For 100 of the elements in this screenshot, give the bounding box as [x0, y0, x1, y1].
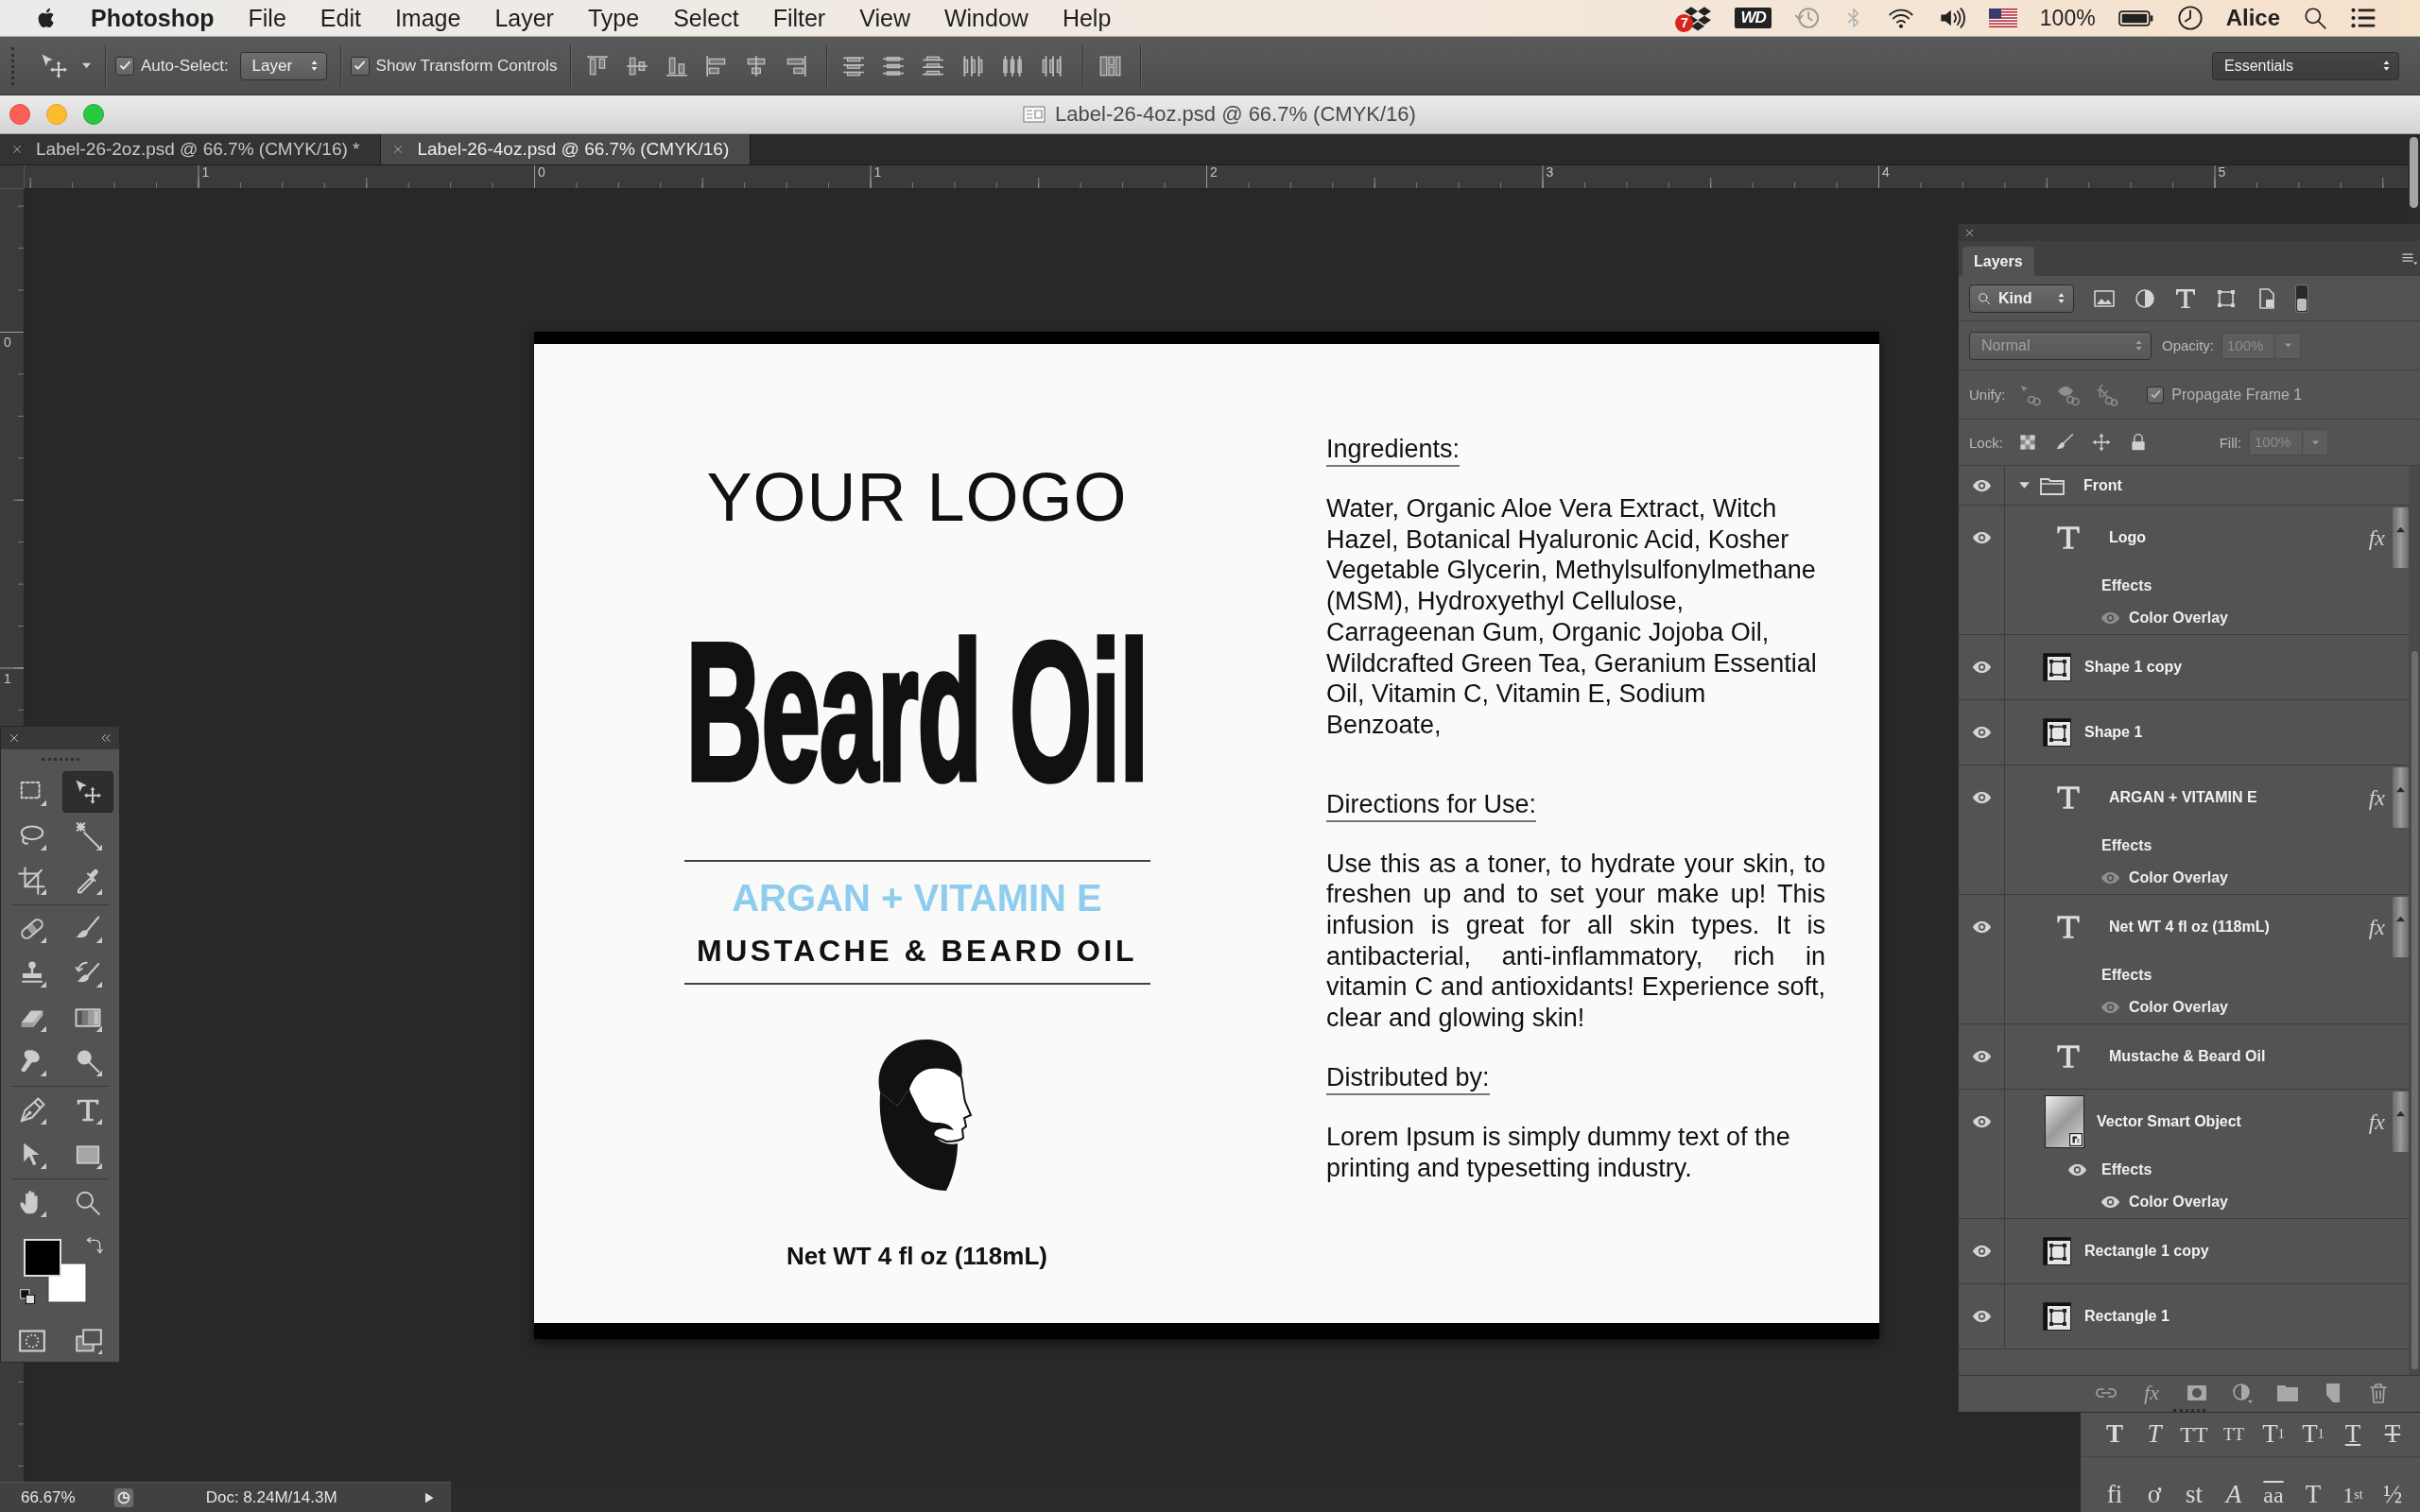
eye-icon[interactable]: [2067, 1163, 2087, 1177]
quick-mask-icon[interactable]: [17, 1328, 46, 1354]
checkbox[interactable]: [350, 56, 370, 76]
auto-select-dropdown[interactable]: Layer: [239, 51, 327, 80]
document-size: Doc: 8.24M/14.3M: [205, 1487, 337, 1507]
color-swatches-icon[interactable]: [23, 1239, 87, 1303]
adjustment-filter-icon[interactable]: [2134, 286, 2156, 310]
layer-row[interactable]: Logo fx Effects Color Overlay: [1959, 506, 2409, 635]
battery-icon[interactable]: [2118, 9, 2154, 27]
close-icon[interactable]: [9, 732, 20, 744]
caret-icon: [2395, 524, 2406, 535]
checkbox[interactable]: [115, 56, 134, 76]
grip-icon[interactable]: [11, 46, 15, 85]
folder-icon: [2040, 475, 2065, 495]
finger-icon: [18, 1048, 46, 1076]
fill-slider-button[interactable]: [2303, 429, 2328, 455]
text-style-button[interactable]: T: [2135, 1417, 2173, 1452]
layer-row[interactable]: Shape 1: [1959, 700, 2409, 765]
search-icon[interactable]: [2303, 6, 2327, 30]
filter-dropdown[interactable]: Kind: [1969, 284, 2074, 313]
text-style-button[interactable]: T$^{1}$: [2255, 1417, 2292, 1452]
workspace-dropdown[interactable]: Essentials: [2212, 51, 2399, 80]
drive-logo[interactable]: WD: [1735, 8, 1772, 28]
close-icon[interactable]: [392, 144, 405, 155]
checkbox[interactable]: [2147, 386, 2165, 404]
type-filter-icon[interactable]: [2174, 286, 2197, 310]
layer-row[interactable]: Front: [1959, 466, 2409, 506]
layer-row[interactable]: Mustache & Beard Oil: [1959, 1024, 2409, 1090]
menu-item[interactable]: File: [231, 0, 303, 37]
opentype-button[interactable]: aa: [2255, 1477, 2292, 1512]
checkmark-icon: [353, 59, 368, 73]
clock-icon[interactable]: [2176, 5, 2204, 31]
menu-item[interactable]: Help: [1045, 0, 1129, 37]
opentype-button[interactable]: fi: [2096, 1477, 2134, 1512]
effects-toggle[interactable]: [2393, 507, 2409, 568]
menu-item[interactable]: Type: [570, 0, 657, 37]
layer-row[interactable]: Shape 1 copy: [1959, 635, 2409, 700]
menu-item[interactable]: Filter: [755, 0, 843, 37]
effects-toggle[interactable]: [2393, 1091, 2409, 1152]
layers-scrollbar[interactable]: [2409, 466, 2420, 1375]
caret-icon[interactable]: [2018, 479, 2031, 491]
opentype-button[interactable]: T: [2294, 1477, 2332, 1512]
menu-item[interactable]: View: [842, 0, 927, 37]
layer-row[interactable]: Rectangle 1: [1959, 1284, 2409, 1349]
unify-label: Unify:: [1969, 387, 2006, 403]
layer-row[interactable]: ARGAN + VITAMIN E fx Effects Color Overlay: [1959, 765, 2409, 895]
zoom-level[interactable]: 66.67%: [21, 1487, 76, 1507]
text-style-button[interactable]: T: [2096, 1417, 2134, 1452]
opentype-button[interactable]: ½: [2374, 1477, 2411, 1512]
flag-icon[interactable]: [1988, 9, 2017, 27]
close-button[interactable]: [9, 104, 30, 125]
scrollbar-thumb[interactable]: [2411, 651, 2418, 1369]
brush-lock-icon[interactable]: [2054, 433, 2074, 452]
app-menu[interactable]: Photoshop: [74, 0, 232, 37]
text-style-button[interactable]: T: [2374, 1417, 2411, 1452]
opentype-button[interactable]: ơ: [2135, 1477, 2173, 1512]
text-style-button[interactable]: T: [2334, 1417, 2372, 1452]
opentype-button[interactable]: st: [2175, 1477, 2213, 1512]
layer-row[interactable]: Vector Smart Object fx Effects Color Overlay: [1959, 1090, 2409, 1219]
adjustment-icon[interactable]: [2231, 1381, 2254, 1404]
filter-toggle[interactable]: [2295, 284, 2308, 313]
default-colors-icon[interactable]: [19, 1289, 36, 1305]
menu-item[interactable]: Select: [656, 0, 756, 37]
menu-item[interactable]: Window: [926, 0, 1046, 37]
eye-icon[interactable]: [2100, 1195, 2120, 1209]
close-icon[interactable]: [11, 144, 23, 155]
effects-toggle[interactable]: [2393, 897, 2409, 957]
caret-icon: [2395, 914, 2406, 924]
panel-tab[interactable]: Layers: [1962, 247, 2034, 276]
opentype-button[interactable]: 1$^{st}$: [2334, 1477, 2372, 1512]
text-style-button[interactable]: TT: [2215, 1417, 2253, 1452]
layer-row[interactable]: Net WT 4 fl oz (118mL) fx Effects Color Overlay: [1959, 895, 2409, 1024]
document-tab[interactable]: Label-26-2oz.psd @ 66.7% (CMYK/16) *: [0, 134, 382, 164]
close-icon[interactable]: [1964, 227, 1975, 238]
opacity-slider-button[interactable]: [2275, 332, 2302, 359]
effects-toggle[interactable]: [2393, 767, 2409, 828]
document-tab[interactable]: Label-26-4oz.psd @ 66.7% (CMYK/16): [381, 134, 752, 164]
screen-mode-icon[interactable]: [74, 1328, 103, 1354]
menu-item[interactable]: Edit: [302, 0, 378, 37]
grip-icon[interactable]: [41, 758, 79, 762]
move-lock-icon[interactable]: [2091, 433, 2111, 452]
caret-icon[interactable]: [81, 61, 92, 70]
text-style-button[interactable]: TT: [2175, 1417, 2213, 1452]
menu-item[interactable]: Image: [377, 0, 478, 37]
notification-badge: 7: [1675, 14, 1694, 32]
layer-row[interactable]: Rectangle 1 copy: [1959, 1219, 2409, 1284]
user-name[interactable]: Alice: [2225, 5, 2280, 31]
fill-label: Fill:: [2219, 434, 2241, 451]
trash-icon[interactable]: [2367, 1381, 2390, 1404]
opentype-button[interactable]: A: [2215, 1477, 2253, 1512]
updown-arrows-icon: [2057, 291, 2066, 305]
panel-menu-icon[interactable]: [2401, 251, 2418, 266]
status-icon[interactable]: [112, 1486, 134, 1508]
crop-icon: [18, 867, 46, 895]
tool-button[interactable]: [62, 771, 113, 813]
menu-item[interactable]: Layer: [477, 0, 571, 37]
scrollbar-thumb[interactable]: [2410, 137, 2418, 208]
zoom-icon: [74, 1189, 102, 1217]
checkmark-icon: [2149, 388, 2162, 401]
collapse-icon[interactable]: [100, 732, 112, 744]
